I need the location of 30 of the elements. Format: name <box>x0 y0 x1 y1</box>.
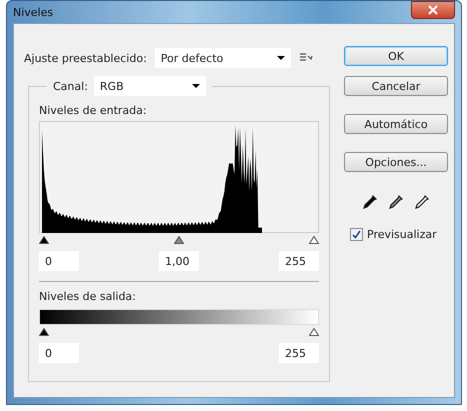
dialog-button[interactable]: OK <box>344 46 448 66</box>
slider-handle[interactable] <box>39 328 49 336</box>
output-levels-label: Niveles de salida: <box>39 290 137 303</box>
preset-dropdown[interactable]: Por defecto <box>154 48 291 68</box>
eyedropper-icon[interactable] <box>388 194 404 210</box>
slider-handle[interactable] <box>174 236 184 244</box>
close-button[interactable] <box>411 1 455 19</box>
window-title: Niveles <box>13 6 54 18</box>
dialog-button[interactable]: Automático <box>344 114 448 134</box>
preset-label: Ajuste preestablecido: <box>24 52 147 64</box>
input-levels-label: Niveles de entrada: <box>39 104 148 117</box>
eyedropper-icon[interactable] <box>414 194 430 210</box>
input-level-field[interactable]: 1,00 <box>159 251 199 271</box>
preview-label: Previsualizar <box>367 228 437 241</box>
dialog-button[interactable]: Opciones... <box>344 152 448 172</box>
dialog-button[interactable]: Cancelar <box>344 76 448 96</box>
slider-handle[interactable] <box>309 236 319 244</box>
output-level-field[interactable]: 0 <box>39 343 79 363</box>
input-level-field[interactable]: 0 <box>39 251 79 271</box>
eyedropper-icon[interactable] <box>362 194 378 210</box>
close-icon <box>427 5 439 15</box>
slider-handle[interactable] <box>39 236 49 244</box>
slider-handle[interactable] <box>309 328 319 336</box>
caret-icon <box>192 84 200 88</box>
preview-checkbox[interactable] <box>350 228 363 241</box>
input-level-field[interactable]: 255 <box>279 251 319 271</box>
channel-dropdown[interactable]: RGB <box>94 76 206 96</box>
channel-label: Canal: <box>53 80 88 92</box>
caret-icon <box>276 56 285 60</box>
output-level-field[interactable]: 255 <box>279 343 319 363</box>
